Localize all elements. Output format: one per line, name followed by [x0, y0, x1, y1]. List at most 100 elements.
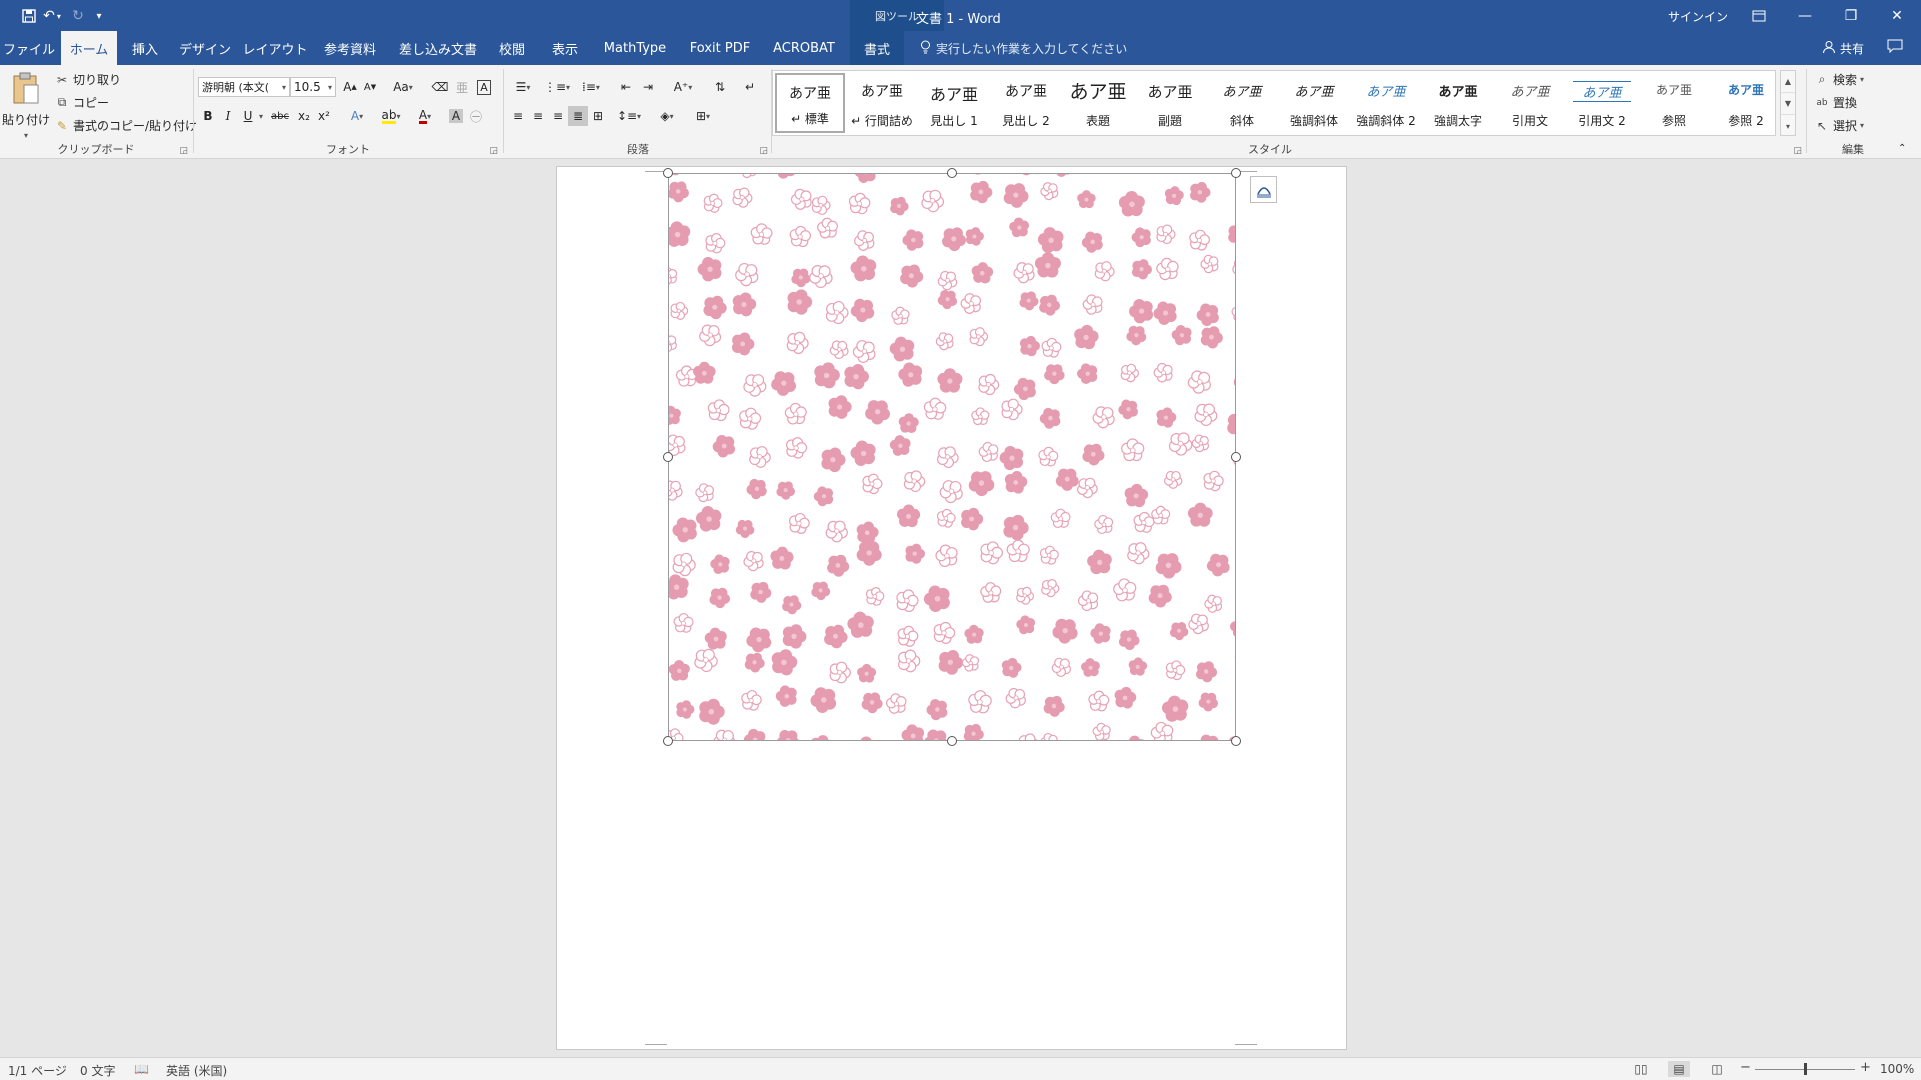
shading-icon[interactable]: ◈ ▾ [652, 106, 682, 126]
shrink-font-button[interactable]: A ▼ [360, 77, 380, 97]
show-formatting-icon[interactable]: ↵ [740, 77, 760, 97]
style-no-spacing[interactable]: あア亜 ↵ 行間詰め [847, 73, 917, 133]
style-heading-1[interactable]: あア亜 見出し 1 [919, 73, 989, 133]
tab-layout[interactable]: レイアウト [243, 31, 308, 65]
tab-mailings[interactable]: 差し込み文書 [396, 31, 480, 65]
tab-view[interactable]: 表示 [543, 31, 587, 65]
resize-handle[interactable] [1231, 452, 1241, 462]
print-layout-icon[interactable]: ▤ [1668, 1061, 1690, 1077]
minimize-icon[interactable]: — [1782, 0, 1828, 31]
selected-picture[interactable] [668, 173, 1236, 741]
style-subtle-reference[interactable]: あア亜 参照 [1639, 73, 1709, 133]
paste-button[interactable]: 貼り付け ▾ [2, 71, 50, 140]
word-count[interactable]: 0 文字 [80, 1062, 115, 1079]
replace-button[interactable]: ab 置換 [1814, 94, 1857, 111]
zoom-in-button[interactable]: + [1860, 1060, 1871, 1075]
style-intense-quote[interactable]: あア亜 引用文 2 [1567, 73, 1637, 133]
page-count[interactable]: 1/1 ページ [8, 1062, 67, 1079]
bold-button[interactable]: B [198, 106, 218, 126]
font-color-icon[interactable]: A ▾ [412, 106, 438, 126]
style-subtitle[interactable]: あア亜 副題 [1135, 73, 1205, 133]
ribbon-display-options-icon[interactable] [1736, 0, 1782, 31]
save-icon[interactable] [18, 6, 40, 26]
web-layout-icon[interactable]: ◫ [1706, 1061, 1728, 1077]
share-button[interactable]: 共有 [1822, 40, 1864, 57]
increase-indent-icon[interactable]: ⇥ [638, 77, 658, 97]
clear-formatting-icon[interactable]: ⌫ [430, 77, 450, 97]
font-name-combo[interactable]: 游明朝 (本文( ▾ [198, 77, 290, 97]
change-case-button[interactable]: Aa ▾ [388, 77, 418, 97]
italic-button[interactable]: I [218, 106, 238, 126]
style-heading-2[interactable]: あア亜 見出し 2 [991, 73, 1061, 133]
superscript-button[interactable]: x² [314, 106, 334, 126]
gallery-more-icon[interactable]: ▾ [1781, 115, 1795, 137]
sort-icon[interactable]: ⇅ [710, 77, 730, 97]
zoom-slider-thumb[interactable] [1804, 1063, 1807, 1075]
style-title[interactable]: あア亜 表題 [1063, 73, 1133, 133]
tab-home[interactable]: ホーム [61, 31, 117, 65]
distributed-icon[interactable]: ⊞ [588, 106, 608, 126]
zoom-level[interactable]: 100% [1880, 1062, 1914, 1076]
enclose-character-icon[interactable]: A [474, 77, 494, 97]
underline-button[interactable]: U [238, 106, 258, 126]
proofing-icon[interactable]: 📖 [134, 1062, 149, 1076]
signin-link[interactable]: サインイン [1668, 8, 1728, 25]
style-strong[interactable]: あア亜 強調太字 [1423, 73, 1493, 133]
cut-button[interactable]: ✂ 切り取り [54, 71, 121, 88]
subscript-button[interactable]: x₂ [294, 106, 314, 126]
tab-picture-format[interactable]: 書式 [850, 31, 904, 65]
tab-foxit-pdf[interactable]: Foxit PDF [684, 31, 756, 65]
tab-references[interactable]: 参考資料 [316, 31, 384, 65]
resize-handle[interactable] [1231, 736, 1241, 746]
tell-me-box[interactable]: 実行したい作業を入力してください [920, 40, 1127, 57]
numbering-icon[interactable]: ⋮≡ ▾ [542, 77, 572, 97]
paragraph-launcher-icon[interactable]: ◲ [759, 146, 768, 156]
tab-design[interactable]: デザイン [176, 31, 234, 65]
customize-qat-icon[interactable]: ▾ [92, 6, 106, 26]
resize-handle[interactable] [663, 736, 673, 746]
phonetic-guide-icon[interactable]: 亜 [452, 77, 472, 97]
resize-handle[interactable] [947, 736, 957, 746]
tab-acrobat[interactable]: ACROBAT [768, 31, 840, 65]
tab-file[interactable]: ファイル [0, 31, 58, 65]
zoom-out-button[interactable]: − [1740, 1060, 1751, 1075]
layout-options-icon[interactable] [1250, 176, 1277, 203]
asian-layout-icon[interactable]: A⁺ ▾ [668, 77, 698, 97]
read-mode-icon[interactable]: ▯▯ [1630, 1061, 1652, 1077]
style-emphasis[interactable]: あア亜 斜体 [1207, 73, 1277, 133]
line-spacing-icon[interactable]: ↕≡ ▾ [614, 106, 644, 126]
clipboard-launcher-icon[interactable]: ◲ [179, 146, 188, 156]
style-normal[interactable]: あア亜 ↵ 標準 [775, 73, 845, 133]
tab-mathtype[interactable]: MathType [598, 31, 672, 65]
highlight-color-icon[interactable]: ab ▾ [378, 106, 404, 126]
close-icon[interactable]: ✕ [1874, 0, 1920, 31]
resize-handle[interactable] [947, 168, 957, 178]
language-indicator[interactable]: 英語 (米国) [166, 1062, 227, 1079]
align-right-icon[interactable]: ≡ [548, 106, 568, 126]
styles-launcher-icon[interactable]: ◲ [1793, 146, 1802, 156]
redo-icon[interactable]: ↻ [68, 6, 88, 26]
style-intense-emphasis-2[interactable]: あア亜 強調斜体 2 [1351, 73, 1421, 133]
justify-icon[interactable]: ≣ [568, 106, 588, 126]
style-intense-emphasis[interactable]: あア亜 強調斜体 [1279, 73, 1349, 133]
gallery-down-icon[interactable]: ▼ [1781, 93, 1795, 115]
grow-font-button[interactable]: A ▲ [340, 77, 360, 97]
enclosed-character-icon[interactable]: ㊀ [466, 106, 486, 126]
style-intense-reference[interactable]: あア亜 参照 2 [1711, 73, 1781, 133]
collapse-ribbon-icon[interactable]: ⌃ [1898, 143, 1906, 154]
copy-button[interactable]: ⧉ コピー [54, 94, 109, 111]
format-painter-button[interactable]: ✎ 書式のコピー/貼り付け [54, 117, 197, 134]
strikethrough-button[interactable]: abc [268, 106, 292, 126]
multilevel-list-icon[interactable]: ⁞≡ ▾ [576, 77, 606, 97]
font-launcher-icon[interactable]: ◲ [489, 146, 498, 156]
align-center-icon[interactable]: ≡ [528, 106, 548, 126]
text-effects-icon[interactable]: A ▾ [344, 106, 370, 126]
find-button[interactable]: ⌕ 検索 ▾ [1814, 71, 1864, 88]
resize-handle[interactable] [663, 168, 673, 178]
character-shading-icon[interactable]: A [446, 106, 466, 126]
resize-handle[interactable] [1231, 168, 1241, 178]
tab-review[interactable]: 校閲 [490, 31, 534, 65]
style-quote[interactable]: あア亜 引用文 [1495, 73, 1565, 133]
gallery-up-icon[interactable]: ▲ [1781, 71, 1795, 93]
bullets-icon[interactable]: ☰ ▾ [508, 77, 538, 97]
